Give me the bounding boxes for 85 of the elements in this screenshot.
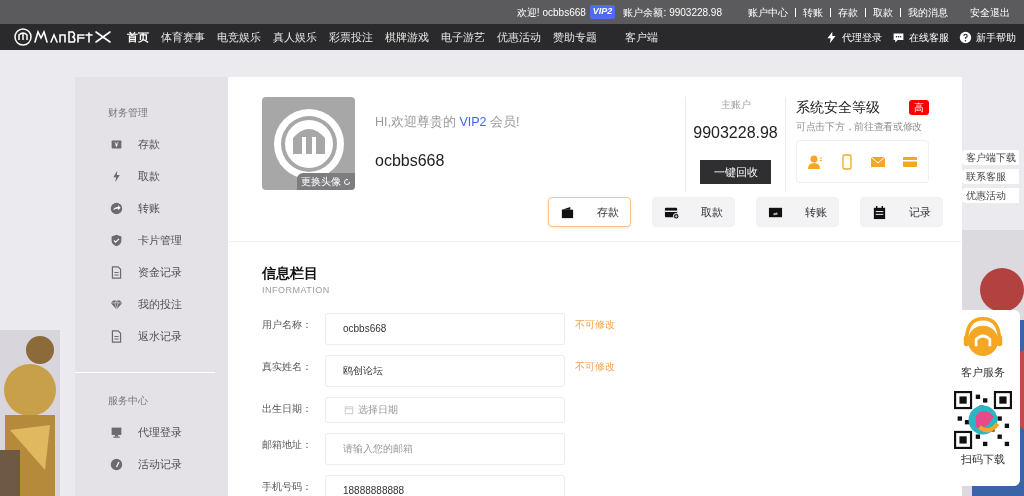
document-icon xyxy=(110,265,123,279)
input-field[interactable]: 选择日期 xyxy=(325,396,565,423)
section-subtitle: INFORMATION xyxy=(262,284,331,297)
sidebar-item[interactable]: 资金记录 xyxy=(75,256,228,288)
sidebar-item[interactable]: 卡片管理 xyxy=(75,224,228,256)
account-label: 主账户 xyxy=(720,98,751,112)
field-label: 邮箱地址： xyxy=(262,437,313,452)
help-icon xyxy=(959,30,972,44)
field-label: 手机号码： xyxy=(262,479,313,494)
nav-link[interactable]: 新手帮助 xyxy=(959,29,1016,45)
nav-item[interactable]: 体育赛事 xyxy=(155,28,211,46)
change-avatar-label[interactable]: 更换头像 xyxy=(297,173,355,190)
security-title: 系统安全等级 xyxy=(796,98,880,117)
logo-icon xyxy=(14,28,113,46)
calendar-icon xyxy=(344,404,354,415)
section-heading: 财务管理 xyxy=(107,106,149,120)
refresh-icon xyxy=(343,177,351,186)
field-label: 真实姓名： xyxy=(262,359,313,374)
field-label: 出生日期： xyxy=(262,401,313,416)
username-text: ocbbs668 xyxy=(375,150,446,171)
nav-item[interactable]: 客户端 xyxy=(619,28,664,46)
gauge-icon xyxy=(110,457,123,471)
nav-item[interactable]: 赞助专题 xyxy=(547,28,603,46)
nav-link[interactable]: 在线客服 xyxy=(892,29,949,45)
action-button[interactable]: 转账 xyxy=(756,197,839,227)
recycle-button[interactable]: 一键回收 xyxy=(700,160,771,184)
field-label: 用户名称： xyxy=(262,317,313,332)
logout-link[interactable]: 安全退出 xyxy=(970,4,1010,20)
field-note: 不可修改 xyxy=(575,317,615,332)
balance-text: 9903228.98 xyxy=(669,5,722,20)
welcome-text: 欢迎! xyxy=(516,5,540,20)
top-link[interactable]: 取款 xyxy=(873,4,893,20)
chat-icon xyxy=(892,30,905,44)
wallet-icon xyxy=(560,204,575,220)
balance-label: 账户余额: xyxy=(623,5,667,20)
user-icon xyxy=(806,153,823,170)
side-tab[interactable]: 客户端下载 xyxy=(962,150,1019,165)
side-tab[interactable]: 优惠活动 xyxy=(962,188,1019,203)
side-tab[interactable]: 联系客服 xyxy=(962,169,1019,184)
document-icon xyxy=(110,329,123,343)
greeting-text: HI,欢迎尊贵的 VIP2 会员! xyxy=(375,114,521,131)
gem-icon xyxy=(110,297,123,311)
sidebar-item[interactable]: 取款 xyxy=(75,160,228,192)
section-title: 信息栏目 xyxy=(262,264,319,283)
section-heading: 服务中心 xyxy=(107,394,149,408)
security-level-badge: 高 xyxy=(909,100,929,115)
action-button[interactable]: 记录 xyxy=(860,197,943,227)
field-note: 不可修改 xyxy=(575,359,615,374)
top-link[interactable]: 转账 xyxy=(803,4,823,20)
nav-item[interactable]: 真人娱乐 xyxy=(267,28,323,46)
nav-link[interactable]: 代理登录 xyxy=(825,29,882,45)
calendar-icon xyxy=(872,204,887,220)
bolt-icon xyxy=(825,30,838,44)
vip-badge: VIP2 xyxy=(589,5,616,19)
qr-code-icon xyxy=(954,390,1012,449)
action-button[interactable]: 存款 xyxy=(548,197,631,227)
top-link[interactable]: 存款 xyxy=(838,4,858,20)
nav-item[interactable]: 首页 xyxy=(121,28,155,46)
sidebar-item[interactable]: 活动记录 xyxy=(75,448,228,480)
sidebar-item[interactable]: 返水记录 xyxy=(75,320,228,352)
sidebar-item[interactable]: 存款 xyxy=(75,128,228,160)
nav-item[interactable]: 棋牌游戏 xyxy=(379,28,435,46)
nav-item[interactable]: 优惠活动 xyxy=(491,28,547,46)
qr-label: 扫码下载 xyxy=(961,451,1005,467)
input-field[interactable]: 18888888888 xyxy=(325,474,565,496)
service-title: 客户服务 xyxy=(961,365,1005,380)
shield-icon xyxy=(110,233,123,247)
sidebar-item[interactable]: 代理登录 xyxy=(75,416,228,448)
nav-item[interactable]: 电竞娱乐 xyxy=(211,28,267,46)
nav-item[interactable]: 彩票投注 xyxy=(323,28,379,46)
sidebar-item[interactable]: 我的投注 xyxy=(75,288,228,320)
monitor-icon xyxy=(110,425,123,439)
action-button[interactable]: 取款 xyxy=(652,197,735,227)
username-text: ocbbs668 xyxy=(542,5,586,20)
input-field[interactable]: 鸥创论坛 xyxy=(325,354,565,387)
input-field[interactable]: 请输入您的邮箱 xyxy=(325,432,565,465)
account-balance: 9903228.98 xyxy=(693,123,778,143)
top-link[interactable]: 账户中心 xyxy=(748,4,788,20)
security-hint: 可点击下方，前往查看或修改 xyxy=(796,120,924,134)
input-field[interactable]: ocbbs668 xyxy=(325,312,565,345)
avatar[interactable]: 更换头像 xyxy=(262,97,355,190)
sidebar-item[interactable]: 转账 xyxy=(75,192,228,224)
yen-icon xyxy=(110,137,123,151)
nav-item[interactable]: 电子游艺 xyxy=(435,28,491,46)
top-link[interactable]: 我的消息 xyxy=(908,4,948,20)
